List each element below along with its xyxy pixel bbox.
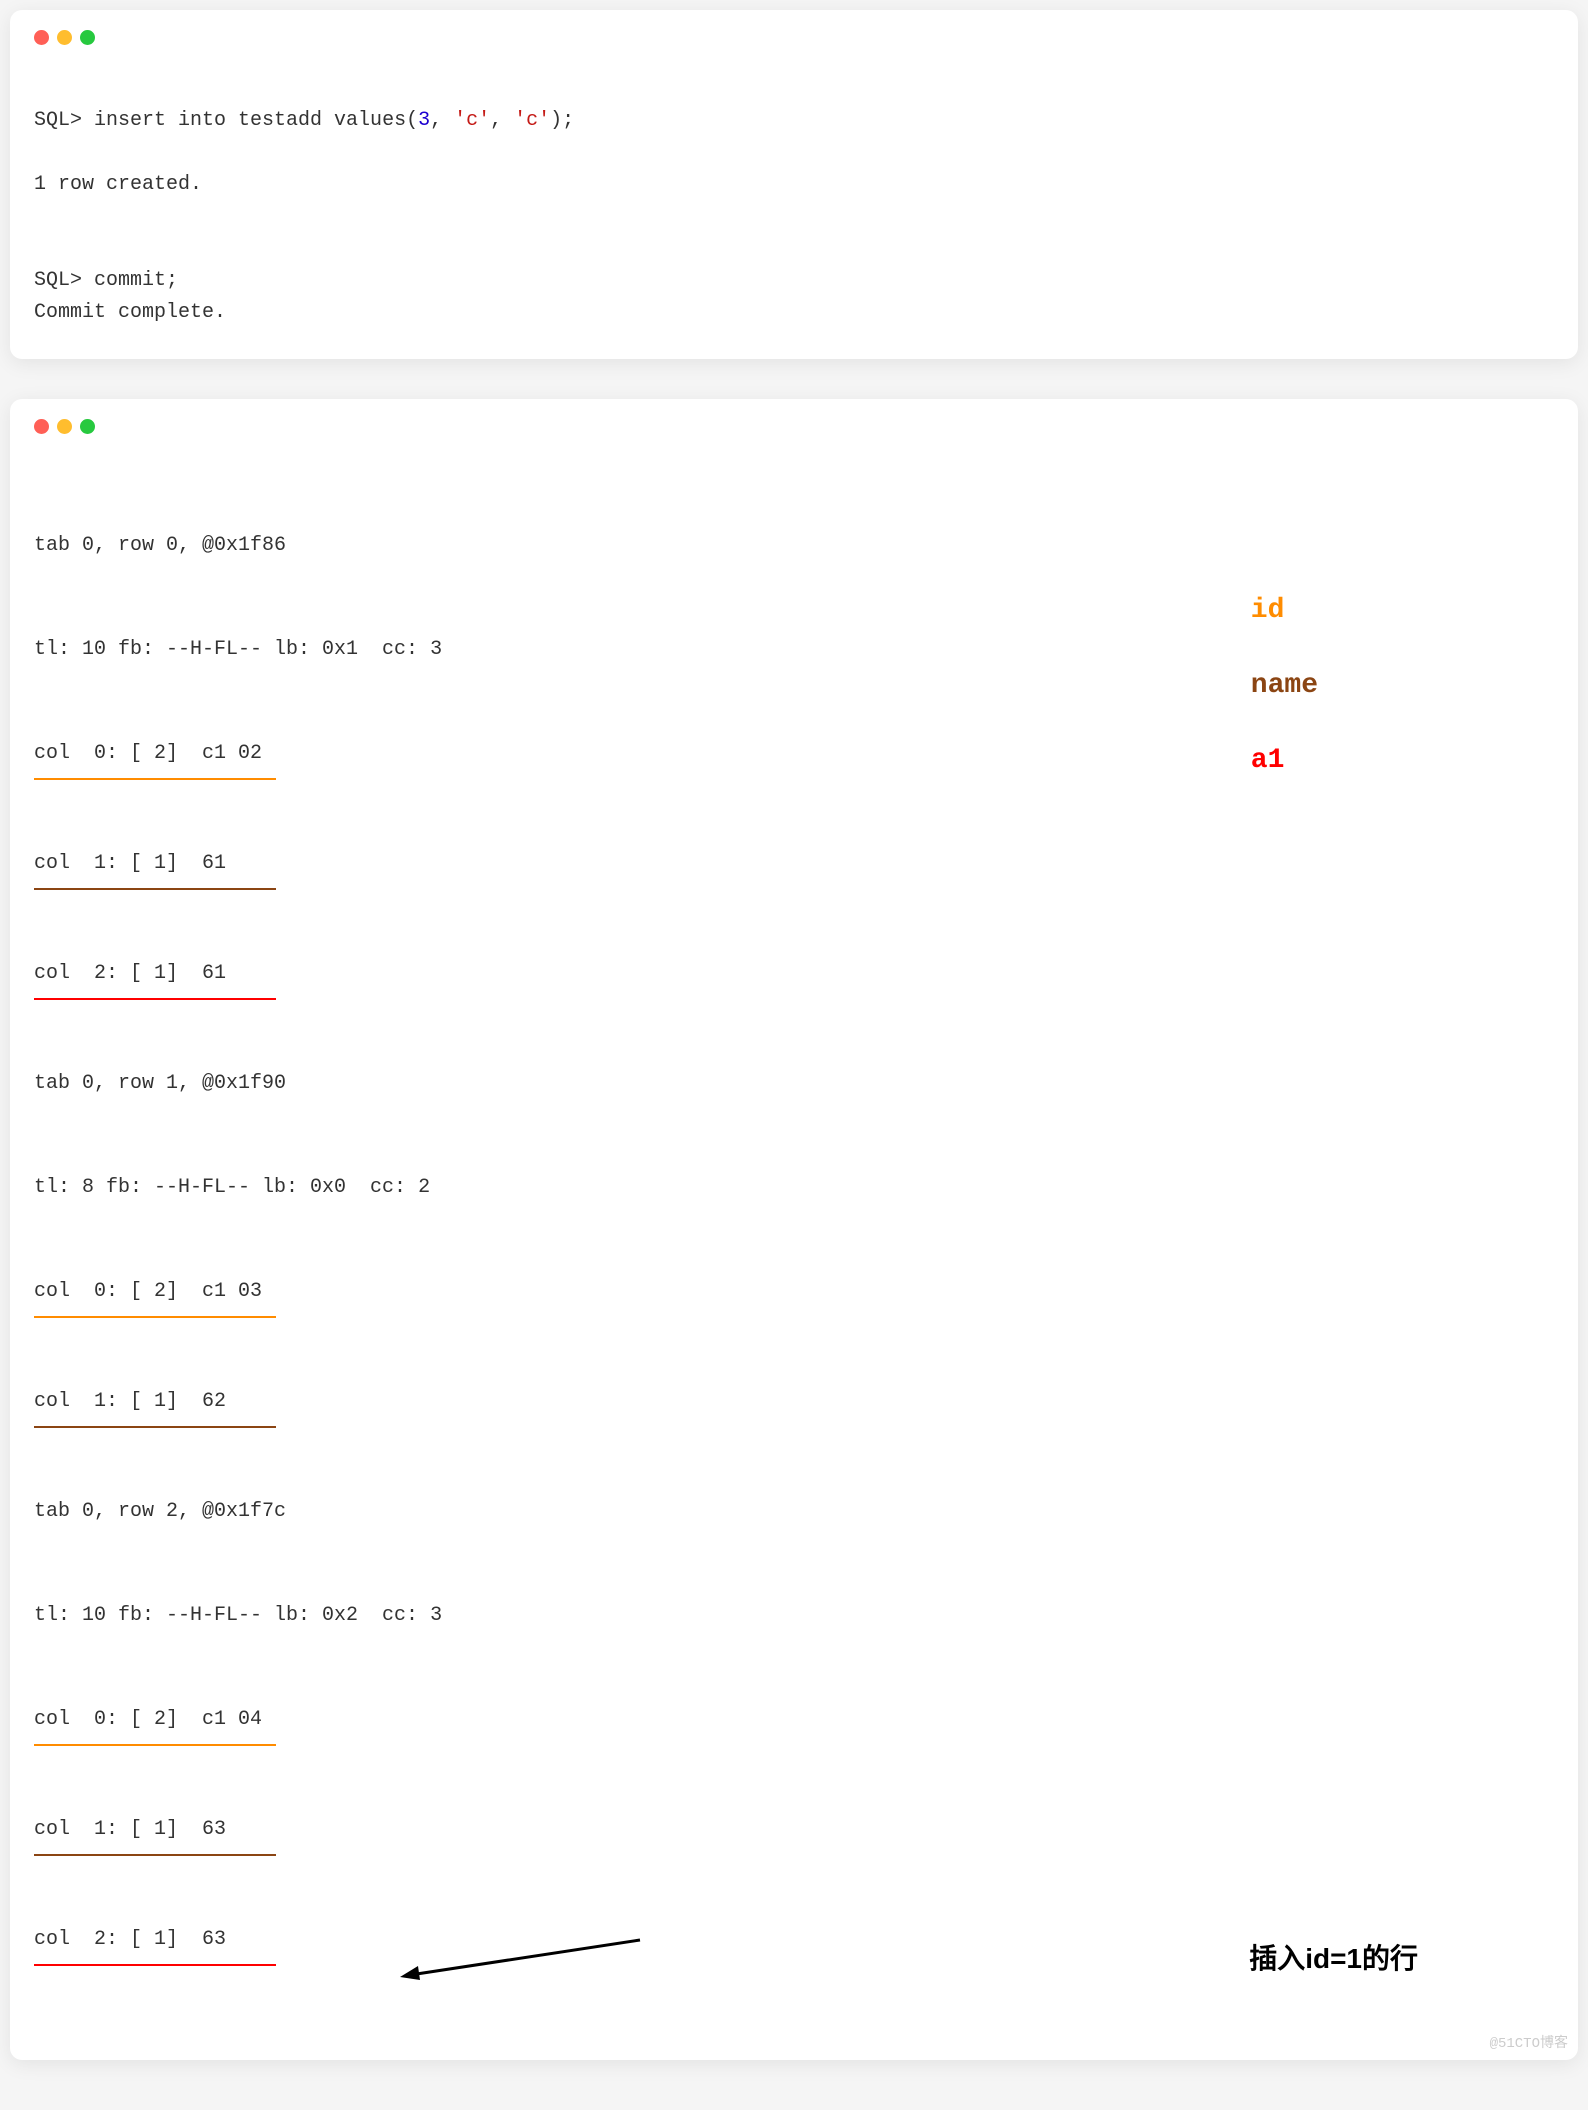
terminal-window-1: SQL> insert into testadd values(3, 'c', …: [10, 10, 1578, 359]
arrow-label: 插入id=1的行: [1249, 1937, 1418, 1982]
dump-tl-line: tl: 10 fb: --H-FL-- lb: 0x2 cc: 3: [34, 1596, 1558, 1636]
sql-string: 'c': [454, 109, 490, 132]
maximize-icon[interactable]: [80, 30, 95, 45]
dump-col0: col 0: [ 2] c1 02: [34, 734, 276, 780]
code-block-1: SQL> insert into testadd values(3, 'c', …: [34, 73, 1558, 329]
sql-prompt: SQL>: [34, 109, 94, 132]
arrow-icon: [390, 1930, 650, 1990]
sql-number: 3: [418, 109, 430, 132]
terminal-window-2: tab 0, row 0, @0x1f86 tl: 10 fb: --H-FL-…: [10, 399, 1578, 2060]
sql-string: 'c': [514, 109, 550, 132]
sql-close: );: [550, 109, 574, 132]
label-a1: a1: [1251, 739, 1318, 784]
dump-row-header: tab 0, row 2, @0x1f7c: [34, 1492, 1558, 1532]
sql-output: Commit complete.: [34, 301, 226, 324]
window-controls: [34, 419, 1558, 434]
sql-command: commit;: [94, 269, 178, 292]
dump-col2: col 2: [ 1] 61: [34, 954, 276, 1000]
dump-tl-line: tl: 10 fb: --H-FL-- lb: 0x1 cc: 3: [34, 630, 1558, 670]
sql-output: 1 row created.: [34, 173, 202, 196]
window-controls: [34, 30, 1558, 45]
dump-row-header: tab 0, row 1, @0x1f90: [34, 1064, 1558, 1104]
column-annotations: id name a1: [1251, 589, 1318, 783]
code-block-2: tab 0, row 0, @0x1f86 tl: 10 fb: --H-FL-…: [34, 462, 1558, 2030]
dump-col0: col 0: [ 2] c1 03: [34, 1272, 276, 1318]
dump-tl-line: tl: 8 fb: --H-FL-- lb: 0x0 cc: 2: [34, 1168, 1558, 1208]
dump-col1: col 1: [ 1] 61: [34, 844, 276, 890]
sql-separator: ,: [490, 109, 514, 132]
dump-col1: col 1: [ 1] 62: [34, 1382, 276, 1428]
minimize-icon[interactable]: [57, 30, 72, 45]
dump-col1: col 1: [ 1] 63: [34, 1810, 276, 1856]
watermark: @51CTO博客: [1490, 2033, 1568, 2055]
dump-col2: col 2: [ 1] 63: [34, 1920, 276, 1966]
sql-command: insert into testadd values(: [94, 109, 418, 132]
dump-row-header: tab 0, row 0, @0x1f86: [34, 526, 1558, 566]
label-id: id: [1251, 589, 1318, 634]
minimize-icon[interactable]: [57, 419, 72, 434]
sql-separator: ,: [430, 109, 454, 132]
close-icon[interactable]: [34, 30, 49, 45]
maximize-icon[interactable]: [80, 419, 95, 434]
dump-col0: col 0: [ 2] c1 04: [34, 1700, 276, 1746]
label-name: name: [1251, 664, 1318, 709]
close-icon[interactable]: [34, 419, 49, 434]
sql-prompt: SQL>: [34, 269, 94, 292]
